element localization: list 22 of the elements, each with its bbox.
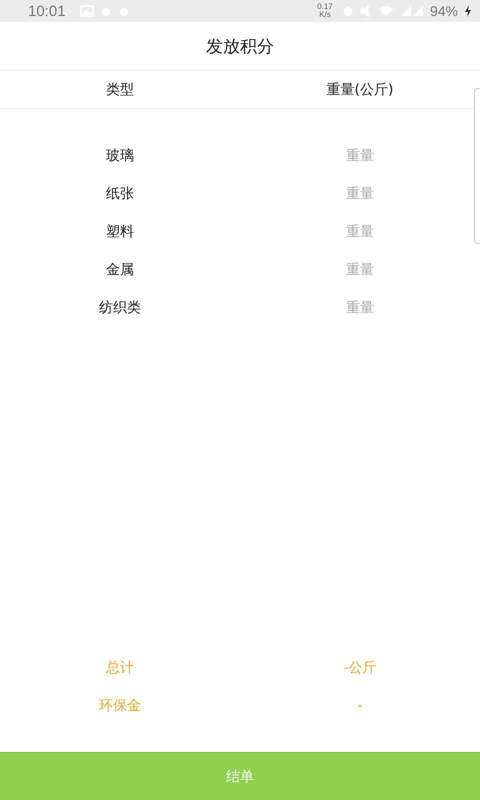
battery-level: 94% — [430, 3, 458, 19]
network-speed: 0.17 K/s — [316, 3, 334, 19]
waste-type: 金属 — [106, 261, 134, 279]
column-header: 类型 — [105, 80, 135, 98]
weight-input[interactable]: 重量 — [315, 298, 405, 318]
weight-input[interactable]: 重量 — [315, 260, 405, 280]
weight-input[interactable]: 重量 — [315, 184, 405, 204]
submit-button[interactable]: 结单 — [0, 752, 480, 800]
summary-label: 环保金 — [99, 697, 141, 715]
summary-label: 总计 — [106, 659, 134, 677]
waste-type: 塑料 — [106, 223, 134, 241]
summary-value: - — [357, 698, 363, 714]
charging-icon — [464, 5, 472, 17]
weight-input[interactable]: 重量 — [315, 146, 405, 166]
waste-type: 纸张 — [106, 185, 134, 203]
summary-value: -公斤 — [343, 659, 377, 677]
clock-time: 10:01 — [28, 2, 66, 20]
weight-input[interactable]: 重量 — [315, 222, 405, 242]
column-header: 重量(公斤) — [326, 80, 394, 98]
waste-type: 纺织类 — [99, 299, 141, 317]
waste-type: 玻璃 — [106, 147, 134, 165]
page-title: 发放积分 — [206, 36, 274, 58]
